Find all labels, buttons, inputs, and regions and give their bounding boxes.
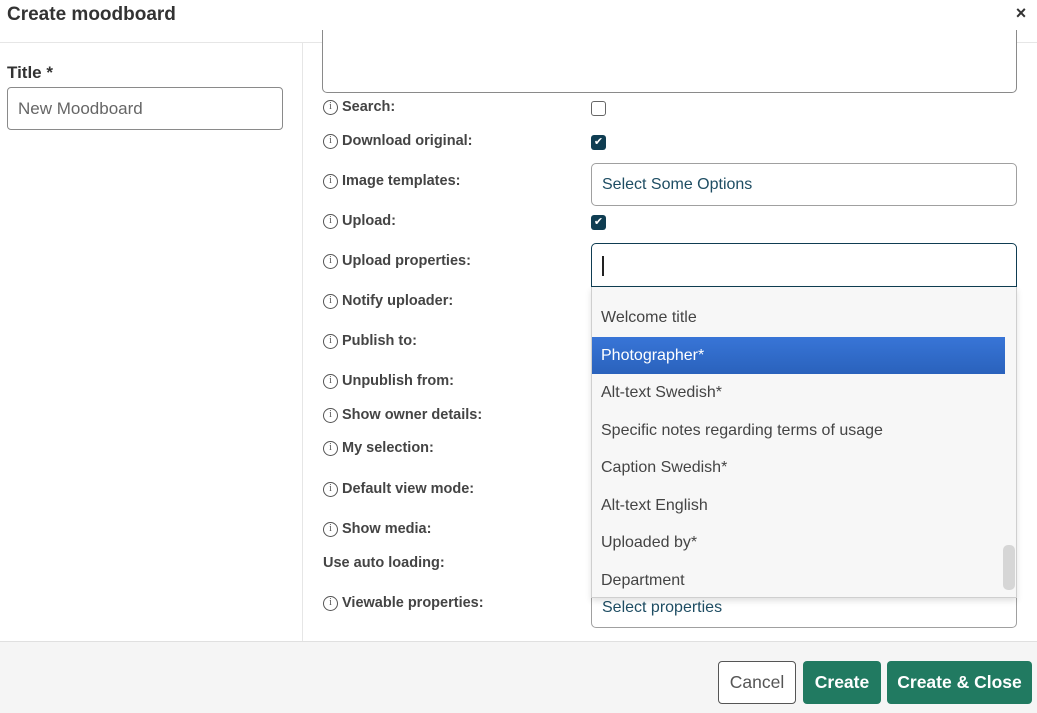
- label-text: Default view mode:: [342, 481, 475, 497]
- label-text: Download original:: [342, 133, 473, 149]
- label-image-templates: i Image templates:: [323, 173, 460, 189]
- label-download-original: i Download original:: [323, 133, 473, 149]
- dropdown-option[interactable]: Caption Swedish*: [592, 449, 1005, 486]
- label-text: Publish to:: [342, 333, 417, 349]
- info-icon[interactable]: i: [323, 373, 338, 389]
- label-text: Upload:: [342, 213, 396, 229]
- dropdown-option[interactable]: Alt-text Swedish*: [592, 374, 1005, 411]
- label-show-owner-details: i Show owner details:: [323, 407, 482, 423]
- label-text: Unpublish from:: [342, 373, 454, 389]
- label-viewable-properties: i Viewable properties:: [323, 595, 484, 611]
- label-text: Upload properties:: [342, 253, 471, 269]
- label-text: My selection:: [342, 440, 434, 456]
- left-column: Title *: [0, 43, 303, 641]
- upload-properties-dropdown: Welcome title Photographer* Alt-text Swe…: [591, 287, 1017, 598]
- download-original-checkbox[interactable]: ✔: [591, 135, 606, 150]
- info-icon[interactable]: i: [323, 213, 338, 229]
- dropdown-option[interactable]: Department: [592, 562, 1005, 597]
- dropdown-option[interactable]: Alt-text English: [592, 487, 1005, 524]
- create-button[interactable]: Create: [803, 661, 881, 704]
- title-label: Title *: [7, 63, 53, 82]
- upload-checkbox[interactable]: ✔: [591, 215, 606, 230]
- close-icon[interactable]: ×: [1011, 3, 1031, 23]
- info-icon[interactable]: i: [323, 173, 338, 189]
- description-textarea[interactable]: [322, 30, 1017, 93]
- label-default-view-mode: i Default view mode:: [323, 481, 474, 497]
- label-text: Show media:: [342, 521, 432, 537]
- dropdown-option[interactable]: Specific notes regarding terms of usage: [592, 412, 1005, 449]
- label-upload: i Upload:: [323, 213, 396, 229]
- label-publish-to: i Publish to:: [323, 333, 417, 349]
- info-icon[interactable]: i: [323, 253, 338, 269]
- label-text: Notify uploader:: [342, 293, 454, 309]
- dropdown-option[interactable]: Welcome title: [592, 299, 1005, 336]
- label-text: Use auto loading:: [323, 555, 445, 571]
- label-unpublish-from: i Unpublish from:: [323, 373, 454, 389]
- dialog-footer: Cancel Create Create & Close: [0, 641, 1037, 713]
- label-my-selection: i My selection:: [323, 440, 434, 456]
- label-text: Search:: [342, 99, 396, 115]
- info-icon[interactable]: i: [323, 481, 338, 497]
- dropdown-option[interactable]: Uploaded by*: [592, 524, 1005, 561]
- viewable-properties-placeholder: Select properties: [602, 598, 723, 616]
- info-icon[interactable]: i: [323, 133, 338, 149]
- upload-properties-input[interactable]: [591, 243, 1017, 287]
- label-notify-uploader: i Notify uploader:: [323, 293, 453, 309]
- label-text: Show owner details:: [342, 407, 483, 423]
- info-icon[interactable]: i: [323, 293, 338, 309]
- create-and-close-button[interactable]: Create & Close: [887, 661, 1032, 704]
- title-input[interactable]: [7, 87, 283, 130]
- info-icon[interactable]: i: [323, 99, 338, 115]
- label-text: Image templates:: [342, 173, 461, 189]
- label-search: i Search:: [323, 99, 395, 115]
- label-upload-properties: i Upload properties:: [323, 253, 471, 269]
- label-text: Viewable properties:: [342, 595, 484, 611]
- text-caret: [602, 256, 604, 276]
- info-icon[interactable]: i: [323, 595, 338, 611]
- info-icon[interactable]: i: [323, 407, 338, 423]
- info-icon[interactable]: i: [323, 440, 338, 456]
- search-checkbox[interactable]: [591, 101, 606, 116]
- label-use-auto-loading: Use auto loading:: [323, 555, 445, 571]
- image-templates-select[interactable]: Select Some Options: [591, 163, 1017, 206]
- image-templates-placeholder: Select Some Options: [602, 175, 753, 193]
- dropdown-option-highlighted[interactable]: Photographer*: [592, 337, 1005, 374]
- dropdown-scrollbar[interactable]: [1003, 545, 1015, 590]
- cancel-button[interactable]: Cancel: [718, 661, 796, 704]
- label-show-media: i Show media:: [323, 521, 431, 537]
- info-icon[interactable]: i: [323, 333, 338, 349]
- dialog-title: Create moodboard: [7, 4, 176, 25]
- info-icon[interactable]: i: [323, 521, 338, 537]
